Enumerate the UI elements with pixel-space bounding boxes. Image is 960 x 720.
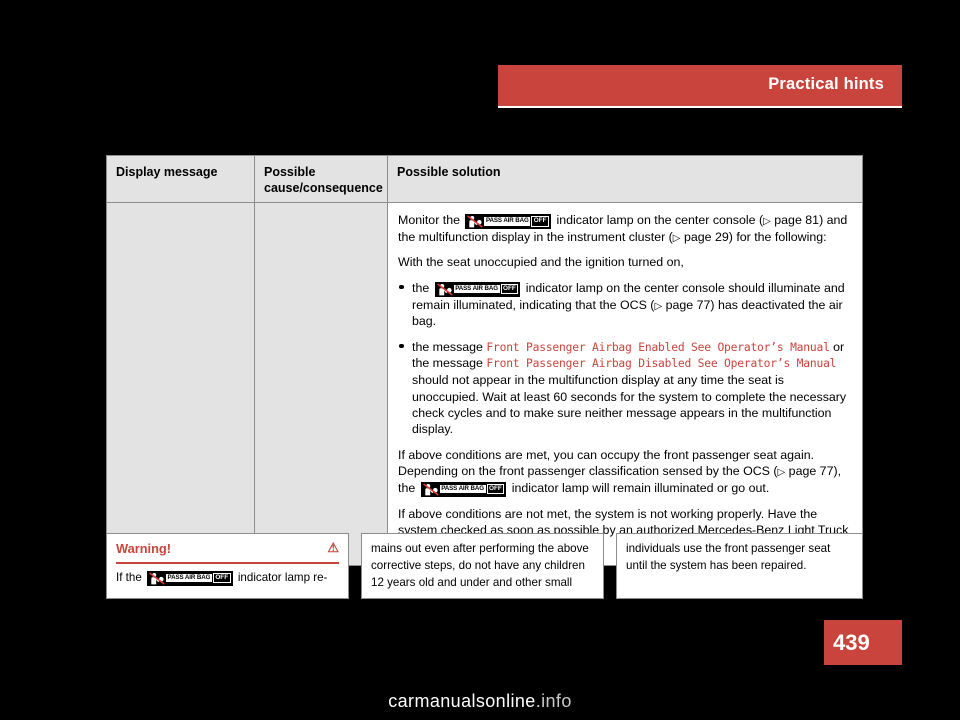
table-body-row: Monitor the PASS AIR BAG OFF indicator l… [107,203,862,565]
page-reference-81-label: page 81 [774,213,820,227]
airbag-seat-glyph-icon [436,283,453,296]
warning-box-row: Warning! ⚠ If the PASS AIR BAG OFF indic… [106,533,863,599]
header-banner: Practical hints [498,65,902,106]
airbag-off-state-label: OFF [500,284,519,295]
watermark-suffix: .info [535,691,572,711]
pass-air-bag-label: PASS AIR BAG [453,285,500,294]
warning-box-3-text: individuals use the front passenger seat… [626,542,831,572]
airbag-seat-glyph-icon [422,482,439,496]
header-cell-possible-solution: Possible solution [397,165,501,179]
airbag-off-state-label: OFF [531,216,550,227]
page-reference-77-label: page 77 [665,297,711,312]
warning-text-b: indicator lamp re- [237,570,328,584]
cell-possible-solution: Monitor the PASS AIR BAG OFF indicator l… [388,203,862,565]
solution-paragraph-3: If above conditions are met, you can occ… [398,447,850,497]
watermark-main: carmanualsonline [388,691,536,711]
page-title: Practical hints [768,75,884,93]
page-number: 439 [833,630,870,655]
warning-text-a: If the [116,570,142,584]
header-rule [498,106,902,108]
display-message-table: Display message Possible cause/consequen… [106,155,863,566]
airbag-seat-glyph-icon [149,571,165,585]
solution-paragraph-2: With the seat unoccupied and the ignitio… [398,255,684,270]
solution-p1-text-d: ) for the following: [728,230,827,244]
warning-box-1-title-row: Warning! ⚠ [116,541,339,556]
pass-air-bag-off-icon: PASS AIR BAG OFF [434,281,521,297]
header-cell-display-message: Display message [107,156,255,202]
solution-bullet-list: the PASS AIR BAG OFF indicator lamp on t… [398,280,850,438]
display-message-disabled: Front Passenger Airbag Disabled See Oper… [486,357,837,371]
document-page: Practical hints Display message Possible… [0,0,960,720]
bullet1-text-a: the [412,280,430,295]
page-reference-77: ▷ page 77 [778,464,834,478]
pass-air-bag-off-icon: PASS AIR BAG OFF [420,481,507,497]
pass-air-bag-label: PASS AIR BAG [439,484,486,494]
page-reference-77: ▷ page 77 [654,298,710,312]
solution-p3-text-a: If above conditions are met, you can occ… [398,447,815,479]
warning-box-3: individuals use the front passenger seat… [616,533,863,599]
warning-triangle-icon: ⚠ [327,540,339,555]
warning-title: Warning! [116,541,171,556]
solution-p1-text-b: indicator lamp on the center console ( [556,213,764,227]
solution-p1-text-a: Monitor the [398,213,460,227]
warning-box-1-text: If the PASS AIR BAG OFF indicator lamp r… [116,570,339,587]
bullet2-text-c: should not appear in the multifunction d… [412,373,847,437]
header-cell-possible-cause: Possible cause/consequence [255,156,388,202]
reference-triangle-icon: ▷ [763,216,771,227]
page-reference-29: ▷ page 29 [673,230,729,244]
reference-triangle-icon: ▷ [654,300,663,312]
table-header-row: Display message Possible cause/consequen… [107,156,862,203]
warning-divider [116,562,339,564]
display-message-enabled: Front Passenger Airbag Enabled See Opera… [486,340,830,354]
bullet2-text-a: the message [412,339,483,354]
warning-box-2: mains out even after performing the abov… [361,533,604,599]
cell-display-message [107,203,255,565]
airbag-off-state-label: OFF [486,483,505,495]
cell-possible-cause [255,203,388,565]
solution-bullet-1: the PASS AIR BAG OFF indicator lamp on t… [398,280,850,330]
page-number-badge: 439 [824,620,902,665]
reference-triangle-icon: ▷ [672,233,681,244]
pass-air-bag-label: PASS AIR BAG [484,217,531,226]
solution-p3-text-c: indicator lamp will remain illuminated o… [511,480,770,495]
pass-air-bag-off-icon: PASS AIR BAG OFF [465,214,552,229]
airbag-off-state-label: OFF [212,572,231,584]
pass-air-bag-off-icon: PASS AIR BAG OFF [147,570,233,586]
pass-air-bag-label: PASS AIR BAG [166,573,212,583]
reference-triangle-icon: ▷ [777,467,786,479]
solution-paragraph-1: Monitor the PASS AIR BAG OFF indicator l… [398,212,850,245]
page-reference-77-label: page 77 [788,464,834,479]
solution-bullet-2: the message Front Passenger Airbag Enabl… [398,339,850,438]
site-watermark: carmanualsonline.info [0,691,960,712]
page-reference-81: ▷ page 81 [763,213,819,227]
warning-box-2-text: mains out even after performing the abov… [371,542,589,589]
airbag-seat-glyph-icon [467,215,484,228]
warning-box-1: Warning! ⚠ If the PASS AIR BAG OFF indic… [106,533,349,599]
page-reference-29-label: page 29 [683,230,729,244]
